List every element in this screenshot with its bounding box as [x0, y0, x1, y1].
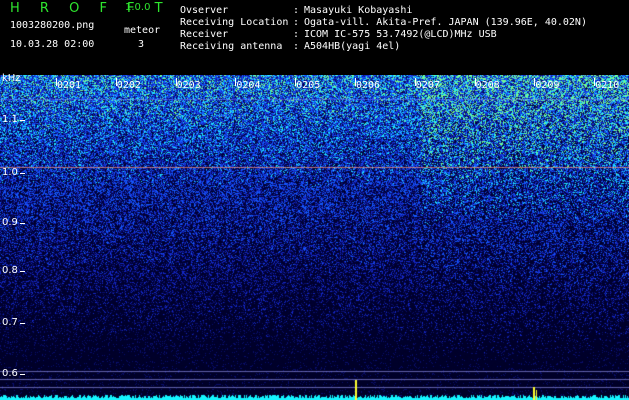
- x-tick-mark: [355, 78, 356, 86]
- receiver-colon: :: [293, 29, 300, 40]
- x-tick-label: 0207: [415, 80, 440, 91]
- receiver-value: ICOM IC-575 53.7492(@LCD)MHz USB: [304, 29, 497, 40]
- y-tick-label: 0.9: [2, 217, 18, 228]
- x-tick-mark: [534, 78, 536, 86]
- x-tick-mark: [175, 78, 177, 86]
- x-tick-label: 0206: [356, 80, 381, 91]
- y-tick-mark: [20, 323, 25, 324]
- location-value: Ogata-vill. Akita-Pref. JAPAN (139.96E, …: [304, 17, 587, 28]
- header-panel: H R O F F T 1.0.0 1003280200.png 10.03.2…: [0, 0, 629, 75]
- x-tick-mark: [594, 78, 596, 86]
- y-tick-label: 1.1: [2, 114, 18, 125]
- x-tick-mark: [56, 78, 57, 86]
- receiver-label: Receiver: [180, 29, 229, 40]
- y-tick-label: 0.6: [2, 368, 18, 379]
- y-tick-label: 0.7: [2, 317, 18, 328]
- x-tick-label: 0202: [116, 80, 141, 91]
- x-tick-label: 0208: [475, 80, 500, 91]
- antenna-value: A504HB(yagi 4el): [304, 41, 401, 52]
- y-tick-mark: [20, 173, 25, 174]
- meteor-count: 3: [138, 39, 145, 50]
- x-tick-mark: [235, 78, 237, 86]
- y-tick-mark: [20, 374, 25, 375]
- x-tick-label: 0210: [595, 80, 620, 91]
- x-tick-label: 0201: [57, 80, 82, 91]
- y-tick-label: 0.8: [2, 265, 18, 276]
- spectrogram-canvas: [0, 75, 629, 400]
- y-tick-mark: [20, 223, 25, 224]
- x-tick-mark: [474, 78, 476, 86]
- app-version: 1.0.0: [125, 2, 151, 13]
- x-tick-mark: [414, 78, 416, 86]
- x-tick-label: 0205: [296, 80, 321, 91]
- x-tick-label: 0203: [176, 80, 201, 91]
- y-tick-mark: [20, 120, 25, 121]
- x-tick-label: 0204: [236, 80, 261, 91]
- observer-value: Masayuki Kobayashi: [304, 5, 413, 16]
- observer-colon: :: [293, 5, 300, 16]
- observer-label: Ovserver: [180, 5, 229, 16]
- y-tick-label: 1.0: [2, 167, 18, 178]
- x-tick-mark: [295, 78, 297, 86]
- antenna-colon: :: [293, 41, 300, 52]
- y-tick-mark: [20, 271, 25, 272]
- filename-label: 1003280200.png: [10, 20, 95, 31]
- y-axis-unit: kHz: [2, 73, 21, 84]
- antenna-label: Receiving antenna: [180, 41, 283, 52]
- x-tick-label: 0209: [535, 80, 560, 91]
- meteor-label: meteor: [124, 25, 161, 36]
- datetime-label: 10.03.28 02:00: [10, 39, 95, 50]
- x-tick-mark: [115, 78, 117, 86]
- location-label: Receiving Location: [180, 17, 289, 28]
- location-colon: :: [293, 17, 300, 28]
